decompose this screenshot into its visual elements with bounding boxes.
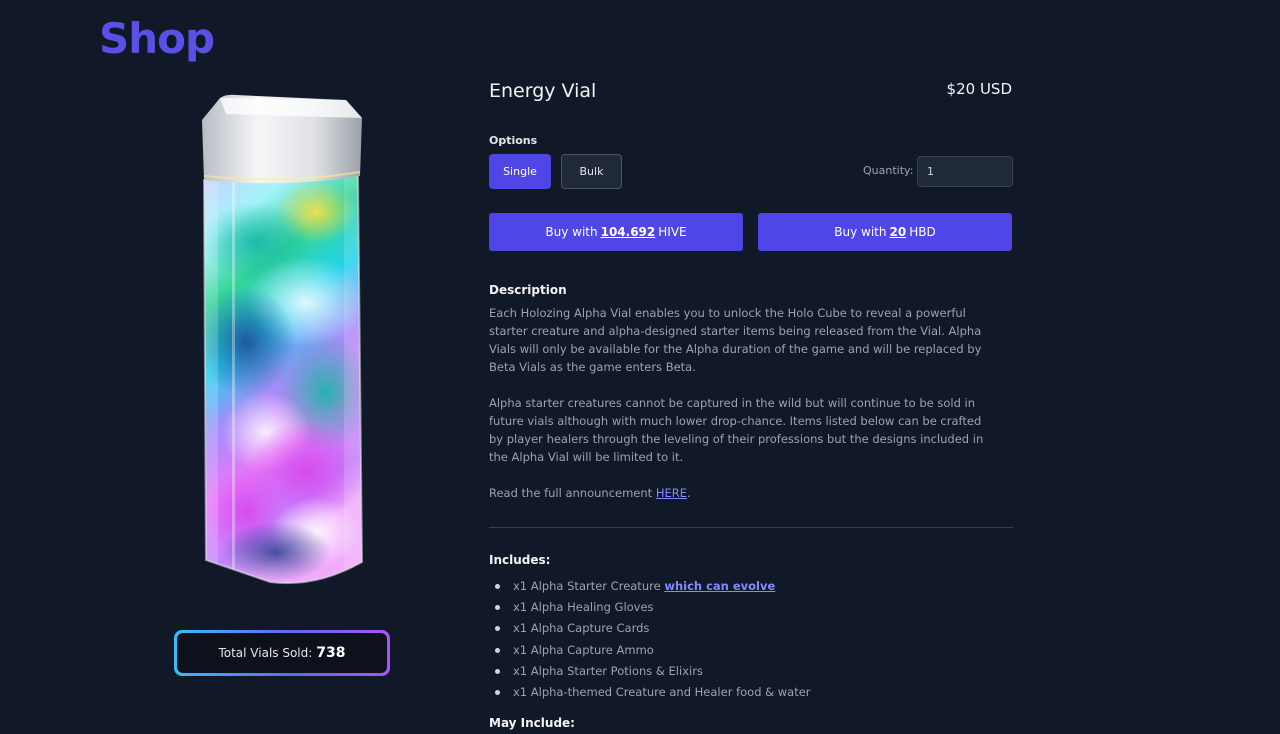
product-name: Energy Vial [489, 80, 597, 102]
quantity-label: Quantity: [863, 164, 914, 177]
option-single-button[interactable]: Single [489, 154, 551, 189]
total-sold-inner: Total Vials Sold: 738 [177, 633, 387, 673]
vial-svg [202, 94, 364, 585]
description-paragraph-2: Alpha starter creatures cannot be captur… [489, 396, 984, 464]
list-item: x1 Alpha Starter Creature which can evol… [494, 576, 811, 597]
product-price: $20 USD [946, 80, 1012, 98]
description-paragraph-1: Each Holozing Alpha Vial enables you to … [489, 306, 982, 374]
total-sold-label: Total Vials Sold: [218, 646, 313, 660]
page-title: Shop [99, 14, 215, 63]
quantity-input[interactable] [917, 156, 1013, 187]
buy-hive-prefix: Buy with [545, 225, 598, 239]
buy-hive-amount: 104.692 [600, 225, 656, 239]
announcement-prefix: Read the full announcement [489, 486, 653, 500]
includes-item-creature: x1 Alpha Starter Creature [513, 579, 661, 593]
buy-hive-currency: HIVE [658, 225, 687, 239]
may-include-heading: May Include: [489, 716, 575, 730]
total-sold-count: 738 [316, 645, 346, 661]
buy-hbd-prefix: Buy with [834, 225, 887, 239]
buy-hbd-amount: 20 [889, 225, 907, 239]
buy-hbd-button[interactable]: Buy with 20 HBD [758, 213, 1012, 251]
option-bulk-button[interactable]: Bulk [561, 154, 622, 189]
list-item: x1 Alpha Capture Ammo [494, 640, 811, 661]
list-item: x1 Alpha Starter Potions & Elixirs [494, 661, 811, 682]
includes-list: x1 Alpha Starter Creature which can evol… [494, 576, 811, 703]
shop-page: Shop Total Vials Sold: 738 Energy Vial $… [0, 0, 1280, 734]
buy-hive-button[interactable]: Buy with 104.692 HIVE [489, 213, 743, 251]
announcement-link[interactable]: HERE [656, 486, 687, 500]
announcement-suffix: . [687, 486, 691, 500]
buy-hbd-currency: HBD [909, 225, 936, 239]
total-sold-box: Total Vials Sold: 738 [174, 630, 390, 676]
list-item: x1 Alpha-themed Creature and Healer food… [494, 682, 811, 703]
list-item: x1 Alpha Healing Gloves [494, 597, 811, 618]
list-item: x1 Alpha Capture Cards [494, 618, 811, 639]
section-divider [489, 527, 1013, 528]
description-heading: Description [489, 283, 567, 297]
announcement-line: Read the full announcement HERE. [489, 484, 989, 502]
includes-heading: Includes: [489, 553, 551, 567]
evolve-link[interactable]: which can evolve [664, 579, 775, 593]
vial-image [196, 92, 372, 588]
options-label: Options [489, 134, 538, 147]
